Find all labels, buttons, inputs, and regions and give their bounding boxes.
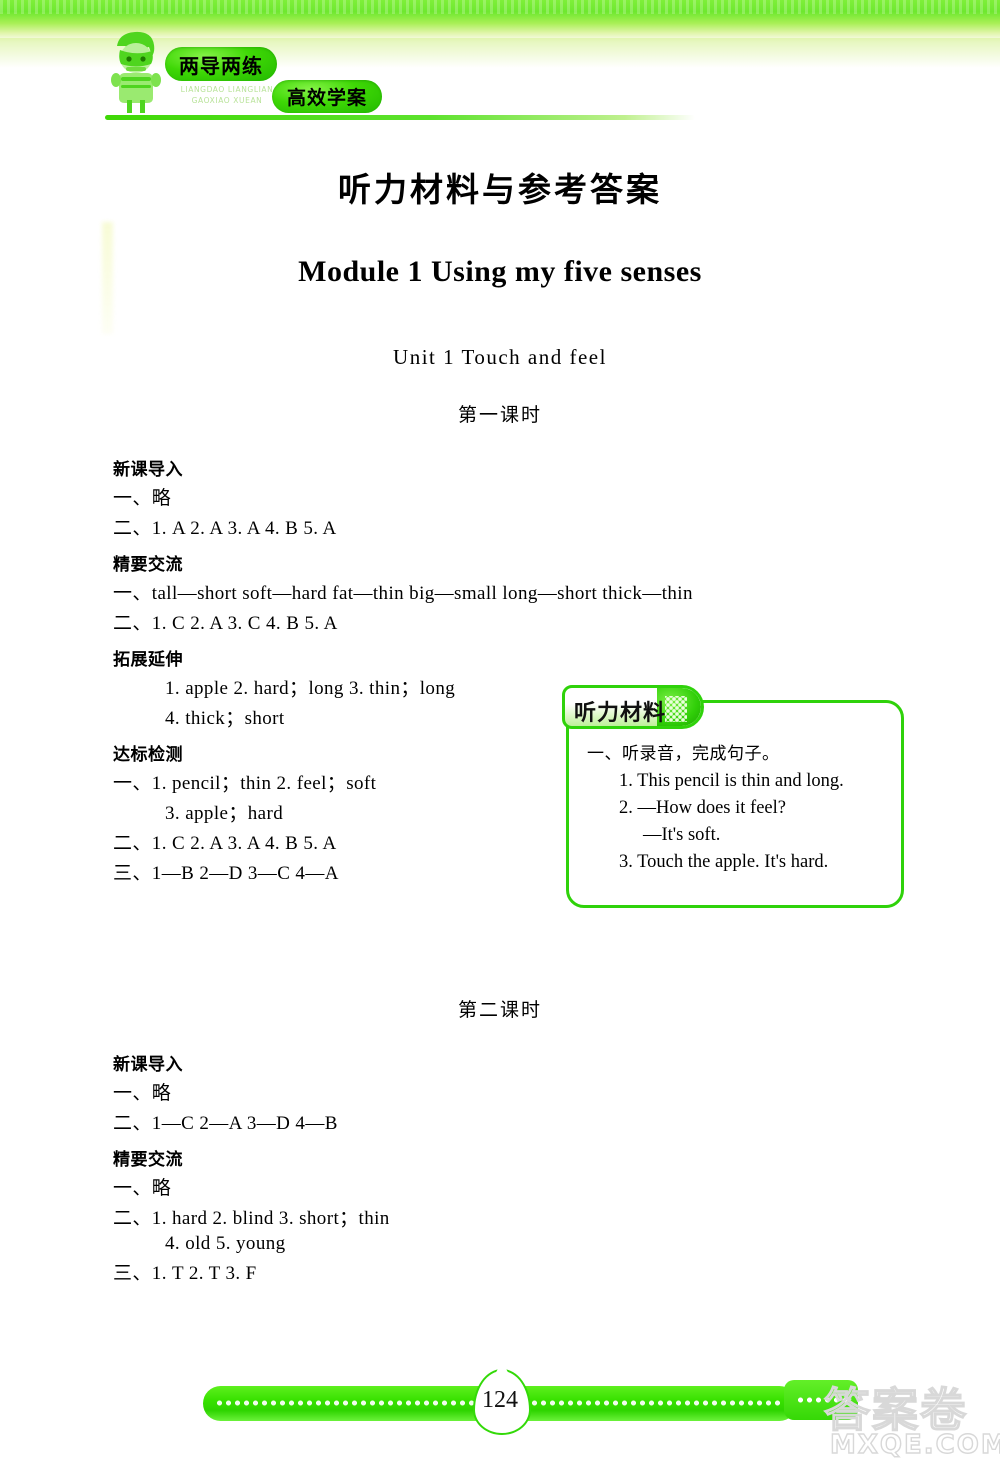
answer-line: 二、1—C 2—A 3—D 4—B: [113, 1113, 338, 1134]
listening-item: 3. Touch the apple. It's hard.: [619, 852, 829, 872]
period-heading-first: 第一课时: [457, 404, 542, 426]
listening-item: 1. This pencil is thin and long.: [619, 771, 844, 791]
period-heading-second: 第二课时: [457, 999, 542, 1021]
answer-line: 三、1. T 2. T 3. F: [113, 1263, 257, 1284]
period-1-answers: 新课导入一、略二、1. A 2. A 3. A 4. B 5. A 精要交流一、t…: [113, 455, 693, 888]
period-2-answers: 新课导入 一、略 二、1—C 2—A 3—D 4—B 精要交流 一、略 二、1. hard…: [113, 1050, 583, 1288]
brand-logo-secondary: 高效学案: [272, 80, 382, 113]
listening-material-box: 一、听录音，完成句子。 1. This pencil is thin and lo…: [566, 700, 904, 908]
answer-line: 一、tall—short soft—hard fat—thin big—smal…: [113, 583, 693, 604]
listening-question: 一、听录音，完成句子。: [587, 744, 780, 764]
section-heading: 新课导入: [113, 1055, 183, 1075]
answer-line: 3. apple；hard: [165, 803, 284, 824]
answer-line: 二、1. A 2. A 3. A 4. B 5. A: [113, 518, 337, 539]
answer-line: 三、1—B 2—D 3—C 4—A: [113, 863, 339, 884]
listening-item: —It's soft.: [643, 825, 721, 845]
section-heading: 精要交流: [113, 1150, 183, 1170]
answer-line: 4. thick；short: [165, 708, 285, 729]
answer-line: 一、略: [113, 1083, 172, 1104]
answer-line: 二、1. hard 2. blind 3. short；thin: [113, 1208, 390, 1229]
answer-line: 二、1. C 2. A 3. C 4. B 5. A: [113, 613, 338, 634]
watermark-chinese: 答案卷: [823, 1382, 968, 1437]
watermark-url: MXQE.COM: [829, 1429, 1000, 1460]
page-number: 124: [482, 1386, 518, 1413]
section-heading: 达标检测: [113, 745, 183, 765]
listening-material-tab-label: 听力材料: [574, 701, 667, 726]
mascot-student-icon: [111, 31, 161, 113]
answer-line: 4. old 5. young: [165, 1233, 286, 1254]
page-title: 听力材料与参考答案: [338, 170, 662, 209]
section-heading: 精要交流: [113, 555, 183, 575]
listening-item: 2. —How does it feel?: [619, 798, 786, 818]
section-heading: 拓展延伸: [113, 650, 183, 670]
module-title: Module 1 Using my five senses: [298, 255, 702, 288]
watermark-blob-dots: [796, 1397, 852, 1403]
watermark: 答案卷 MXQE.COM: [784, 1372, 1000, 1468]
brand-pinyin: LIANGDAO LIANGLIAN GAOXIAO XUEAN: [180, 85, 274, 105]
listening-material-tab: 听力材料: [562, 685, 704, 729]
brand-logo-primary: 两导两练: [165, 47, 277, 81]
masthead-rule: [105, 115, 695, 120]
tab-dots-icon: [665, 696, 687, 722]
section-heading: 新课导入: [113, 460, 183, 480]
unit-title: Unit 1 Touch and feel: [393, 345, 607, 369]
answer-line: 一、略: [113, 488, 172, 509]
answer-line: 一、1. pencil；thin 2. feel；soft: [113, 773, 377, 794]
answer-line: 1. apple 2. hard；long 3. thin；long: [165, 678, 456, 699]
answer-line: 一、略: [113, 1178, 172, 1199]
answer-line: 二、1. C 2. A 3. A 4. B 5. A: [113, 833, 337, 854]
